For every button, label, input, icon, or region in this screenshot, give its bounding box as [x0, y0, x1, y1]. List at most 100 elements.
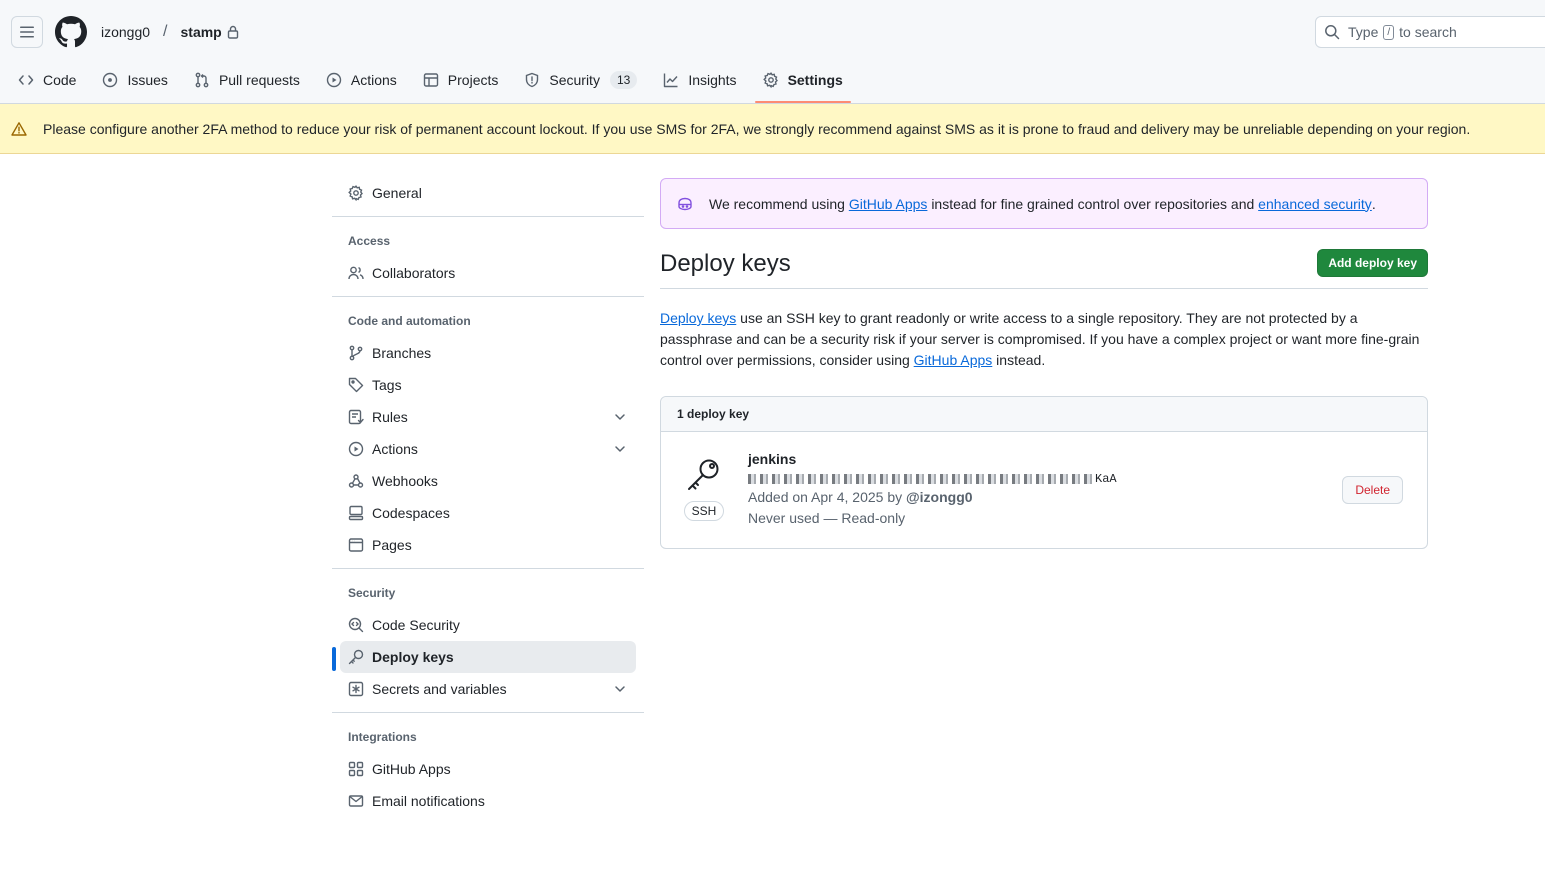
sidebar-item-label: General	[372, 185, 422, 201]
sidebar-item-label: Deploy keys	[372, 649, 454, 665]
github-logo-icon[interactable]	[55, 16, 87, 48]
sidebar-item-branches[interactable]: Branches	[332, 337, 636, 369]
graph-icon	[664, 73, 678, 88]
key-icon	[688, 459, 719, 490]
page-subhead: Deploy keys Add deploy key	[660, 249, 1428, 289]
tab-label: Insights	[688, 72, 737, 88]
codespaces-icon	[348, 505, 364, 521]
sidebar-item-collaborators[interactable]: Collaborators	[332, 257, 636, 289]
key-added-info: Added on Apr 4, 2025 by @izongg0	[748, 487, 1117, 508]
tab-code[interactable]: Code	[10, 64, 84, 96]
sidebar-item-label: Actions	[372, 441, 418, 457]
security-counter-badge: 13	[609, 71, 638, 89]
gear-icon	[762, 72, 778, 88]
shield-icon	[526, 72, 539, 88]
tab-issues[interactable]: Issues	[94, 64, 175, 96]
app-header: izongg0 / stamp Type / to search Code Is…	[0, 0, 1545, 104]
webhook-icon	[348, 474, 364, 488]
asterisk-icon	[348, 681, 364, 697]
sidebar-item-rules[interactable]: Rules	[332, 401, 636, 433]
sidebar-item-webhooks[interactable]: Webhooks	[332, 465, 636, 497]
copilot-icon	[678, 197, 692, 210]
sidebar-item-deploy-keys[interactable]: Deploy keys	[340, 641, 636, 673]
sidebar-item-label: Pages	[372, 537, 412, 553]
search-icon	[1325, 25, 1340, 40]
sidebar-item-codespaces[interactable]: Codespaces	[332, 497, 636, 529]
sidebar-item-label: Tags	[372, 377, 402, 393]
flash-middle: instead for fine grained control over re…	[931, 195, 1255, 212]
sidebar-item-email-notifications[interactable]: Email notifications	[332, 785, 636, 817]
sidebar-item-label: Webhooks	[372, 473, 438, 489]
chevron-down-icon[interactable]	[612, 441, 628, 457]
breadcrumb-repo[interactable]: stamp	[181, 24, 222, 40]
chevron-down-icon[interactable]	[612, 681, 628, 697]
github-apps-docs-link[interactable]: GitHub Apps	[914, 352, 993, 368]
search-shortcut-key: /	[1383, 24, 1395, 40]
key-icon	[348, 649, 364, 665]
banner-text: Please configure another 2FA method to r…	[43, 120, 1471, 137]
breadcrumb-owner[interactable]: izongg0	[101, 24, 150, 40]
2fa-warning-banner: Please configure another 2FA method to r…	[0, 104, 1545, 154]
deploy-keys-docs-link[interactable]: Deploy keys	[660, 310, 736, 326]
tab-pull-requests[interactable]: Pull requests	[186, 64, 308, 96]
menu-button[interactable]	[11, 16, 43, 48]
tab-settings[interactable]: Settings	[754, 64, 852, 103]
key-title: jenkins	[748, 451, 797, 467]
sidebar-item-label: GitHub Apps	[372, 761, 451, 777]
enhanced-security-link[interactable]: enhanced security	[1258, 196, 1372, 212]
rules-icon	[348, 409, 364, 425]
tab-label: Actions	[350, 72, 397, 88]
added-by-user[interactable]: @izongg0	[906, 489, 973, 505]
sidebar-item-secrets[interactable]: Secrets and variables	[332, 673, 636, 705]
sidebar-item-tags[interactable]: Tags	[332, 369, 636, 401]
tab-label: Issues	[127, 72, 168, 88]
sidebar-item-label: Secrets and variables	[372, 681, 507, 697]
search-suffix: to search	[1399, 24, 1457, 40]
page-title: Deploy keys	[660, 250, 791, 277]
pull-request-icon	[195, 72, 209, 88]
alert-icon	[11, 121, 27, 136]
main-content: We recommend using GitHub Apps instead f…	[660, 178, 1428, 549]
add-deploy-key-button[interactable]: Add deploy key	[1317, 249, 1428, 277]
tab-label: Projects	[447, 72, 499, 88]
sidebar-item-code-security[interactable]: Code Security	[332, 609, 636, 641]
sidebar-item-label: Code Security	[372, 617, 460, 633]
redacted-fingerprint	[748, 474, 1093, 484]
sidebar-divider	[332, 712, 644, 713]
search-input[interactable]: Type / to search	[1315, 16, 1545, 48]
branch-icon	[349, 345, 363, 361]
gear-icon	[348, 185, 363, 201]
fingerprint-end: KaA	[1095, 472, 1117, 486]
key-details: jenkins KaA Added on Apr 4, 2025 by @izo…	[748, 449, 1117, 529]
sidebar-divider	[332, 296, 644, 297]
sidebar-item-actions[interactable]: Actions	[332, 433, 636, 465]
deploy-keys-count: 1 deploy key	[661, 397, 1427, 432]
sidebar-heading-security: Security	[348, 586, 396, 600]
sidebar-item-pages[interactable]: Pages	[332, 529, 636, 561]
added-text: Added on Apr 4, 2025 by	[748, 489, 903, 505]
mail-icon	[348, 795, 364, 807]
tab-actions[interactable]: Actions	[318, 64, 405, 96]
tab-security[interactable]: Security 13	[516, 64, 645, 96]
github-apps-recommendation: We recommend using GitHub Apps instead f…	[660, 178, 1428, 229]
sidebar-item-github-apps[interactable]: GitHub Apps	[332, 753, 636, 785]
tab-label: Security	[549, 72, 600, 88]
breadcrumb: izongg0 / stamp	[101, 22, 239, 42]
delete-key-button[interactable]: Delete	[1342, 476, 1403, 504]
chevron-down-icon[interactable]	[612, 409, 628, 425]
search-prefix: Type	[1348, 24, 1379, 40]
github-apps-link[interactable]: GitHub Apps	[849, 196, 928, 212]
people-icon	[348, 266, 364, 280]
flash-prefix: We recommend using	[709, 195, 845, 212]
sidebar-heading-code-automation: Code and automation	[348, 314, 471, 328]
list-item: SSH jenkins KaA Added on Apr 4, 2025 by …	[661, 432, 1427, 548]
tab-label: Code	[43, 72, 77, 88]
sidebar-heading-access: Access	[348, 234, 391, 248]
tab-label: Settings	[787, 72, 843, 88]
sidebar-item-label: Collaborators	[372, 265, 456, 281]
tab-projects[interactable]: Projects	[415, 64, 507, 96]
sidebar-item-general[interactable]: General	[332, 177, 636, 209]
tab-insights[interactable]: Insights	[655, 64, 744, 96]
sidebar-item-label: Rules	[372, 409, 408, 425]
ssh-label: SSH	[683, 501, 725, 521]
